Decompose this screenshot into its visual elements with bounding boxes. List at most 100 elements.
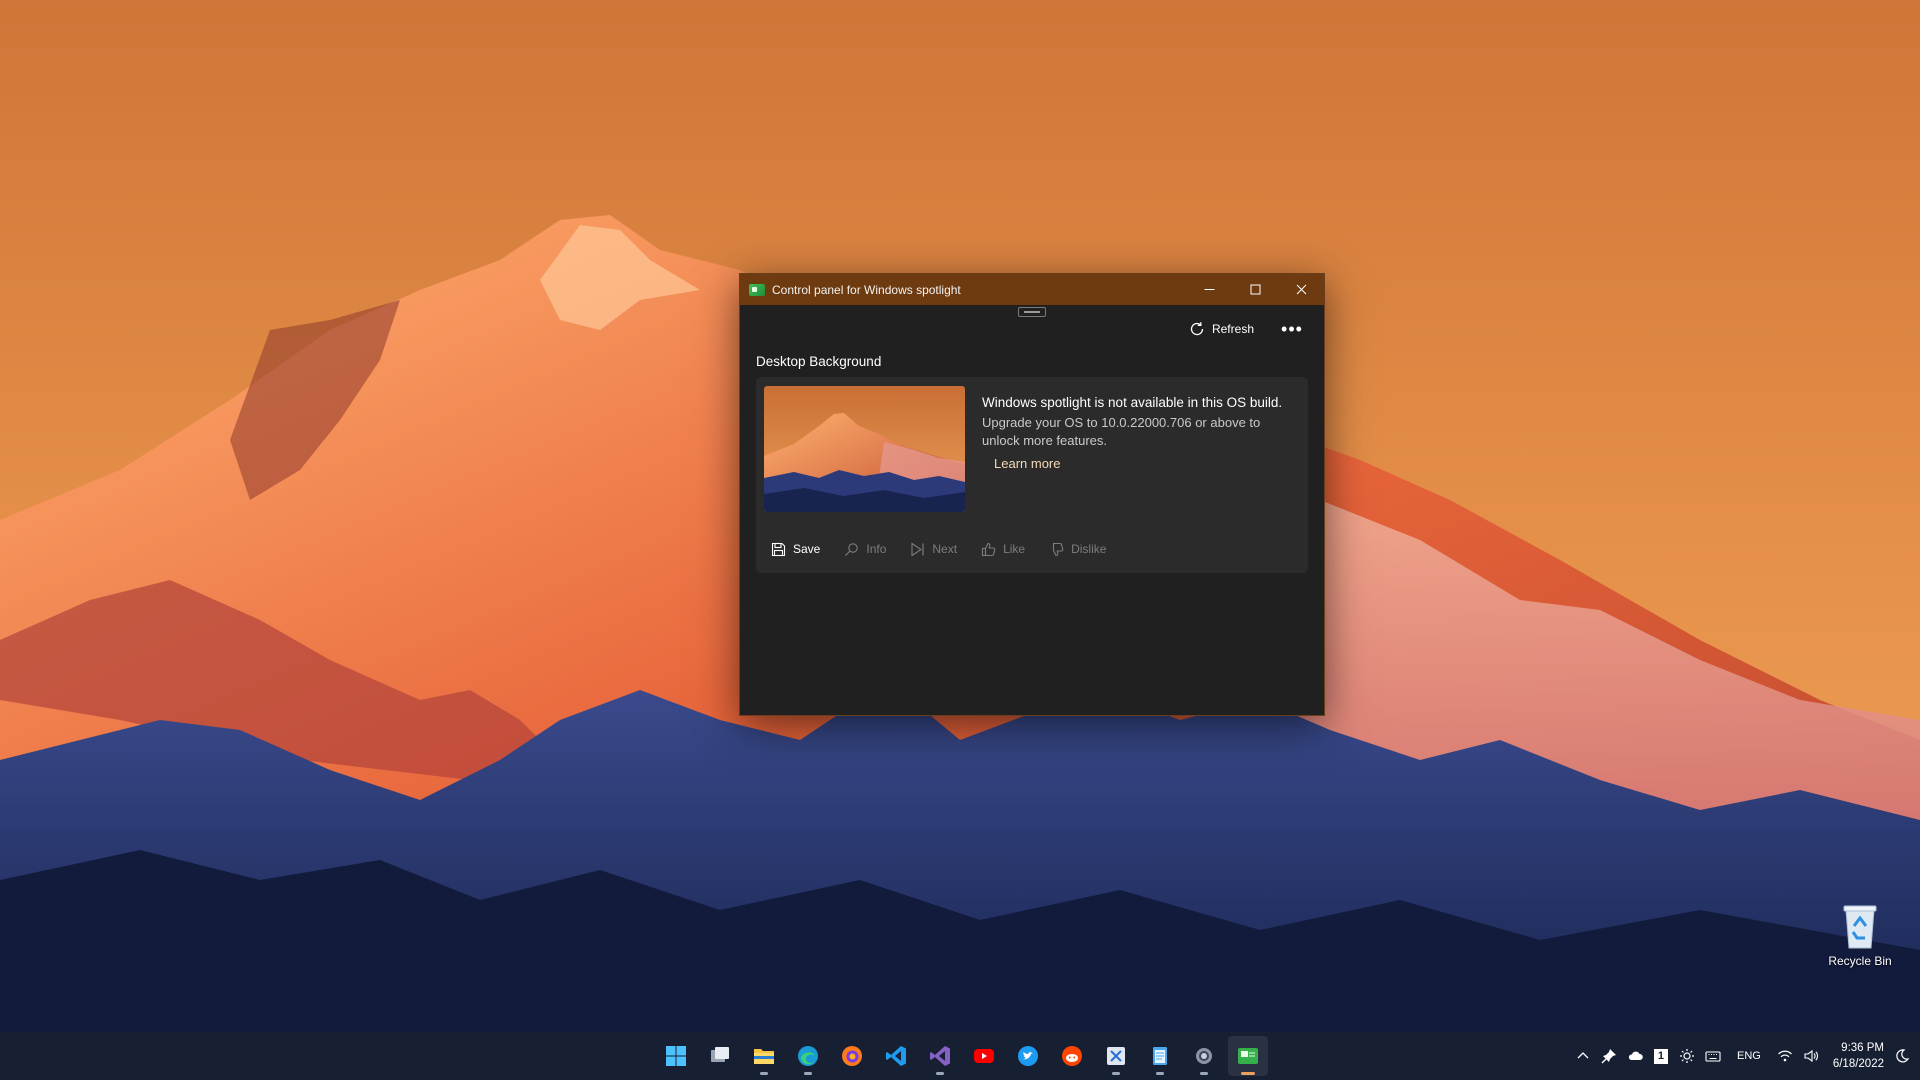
youtube-button[interactable] [964,1036,1004,1076]
maximize-icon [1250,284,1260,295]
refresh-button[interactable]: Refresh [1179,314,1264,344]
taskbar-apps [656,1032,1268,1080]
close-button[interactable] [1278,274,1324,305]
show-hidden-icons-button[interactable] [1575,1048,1591,1064]
vscode-button[interactable] [876,1036,916,1076]
vscode-icon [886,1046,906,1066]
thumbs-down-icon [1053,542,1064,556]
clock-date: 6/18/2022 [1832,1058,1884,1070]
firefox-icon [842,1046,862,1066]
desktop-icon-label: Recycle Bin [1828,954,1892,968]
command-bar: Refresh ••• [1179,314,1310,344]
spotlight-control-panel-window: Control panel for Windows spotlight Refr… [739,273,1325,716]
pane-drag-handle[interactable] [1018,307,1046,317]
save-label: Save [793,542,821,556]
focus-assist-tray-icon[interactable] [1894,1048,1910,1064]
info-button[interactable]: Info [837,534,893,564]
running-indicator [804,1072,812,1075]
task-view-icon [711,1047,729,1062]
search-icon [845,542,859,556]
wallpaper-actions: Save Info Next Like Dislike [764,534,1113,564]
volume-tray-icon[interactable] [1803,1048,1819,1064]
badge-number-icon: 1 [1653,1048,1668,1064]
input-language-indicator[interactable]: ENG [1737,1050,1761,1062]
running-indicator [1156,1072,1164,1075]
minimize-button[interactable] [1186,274,1232,305]
twitter-icon [1018,1046,1038,1066]
info-label: Info [866,542,887,556]
desktop-icon-recycle-bin[interactable]: Recycle Bin [1818,900,1902,980]
refresh-icon [1190,322,1204,336]
dislike-button[interactable]: Dislike [1042,534,1113,564]
reddit-button[interactable] [1052,1036,1092,1076]
learn-more-link[interactable]: Learn more [994,456,1060,471]
taskbar: 1 ENG 9:36 PM 6/18/2022 [0,1032,1920,1080]
task-view-button[interactable] [700,1036,740,1076]
folder-icon [754,1049,774,1064]
badge-tray-icon[interactable]: 1 [1653,1048,1669,1064]
active-indicator [1241,1072,1255,1075]
spotlight-app-icon [1238,1048,1258,1064]
start-button[interactable] [656,1036,696,1076]
minimize-icon [1204,289,1214,290]
window-title-bar[interactable]: Control panel for Windows spotlight [740,274,1324,305]
file-explorer-button[interactable] [744,1036,784,1076]
close-icon [1296,284,1306,295]
spotlight-control-panel-taskbar-button[interactable] [1228,1036,1268,1076]
notepad-button[interactable] [1140,1036,1180,1076]
touch-keyboard-tray-icon[interactable] [1705,1048,1721,1064]
keyboard-icon [1705,1051,1721,1062]
desktop-background-card: Windows spotlight is not available in th… [756,377,1308,573]
edge-icon [798,1046,818,1066]
snipping-icon [1107,1047,1125,1065]
onedrive-tray-icon[interactable] [1627,1048,1643,1064]
visual-studio-button[interactable] [920,1036,960,1076]
settings-gear-icon [1196,1048,1212,1064]
wallpaper-thumbnail [764,386,965,512]
windows-logo-icon [666,1046,686,1066]
cloud-icon [1628,1051,1643,1060]
message-title: Windows spotlight is not available in th… [982,395,1283,410]
pin-tray-icon[interactable] [1601,1048,1617,1064]
running-indicator [760,1072,768,1075]
more-options-icon: ••• [1281,318,1303,339]
like-label: Like [1003,542,1026,556]
twitter-button[interactable] [1008,1036,1048,1076]
brightness-tray-icon[interactable] [1679,1048,1695,1064]
youtube-icon [974,1049,994,1063]
reddit-icon [1062,1046,1082,1066]
visual-studio-icon [930,1046,950,1066]
settings-button[interactable] [1184,1036,1224,1076]
notepad-icon [1153,1047,1167,1065]
running-indicator [1112,1072,1120,1075]
running-indicator [936,1072,944,1075]
snipping-tool-button[interactable] [1096,1036,1136,1076]
running-indicator [1200,1072,1208,1075]
thumbs-up-icon [982,542,996,556]
edge-button[interactable] [788,1036,828,1076]
system-tray: 1 ENG 9:36 PM 6/18/2022 [1575,1032,1920,1080]
chevron-up-icon [1577,1052,1589,1059]
maximize-button[interactable] [1232,274,1278,305]
next-button[interactable]: Next [903,534,964,564]
sun-icon [1679,1049,1694,1063]
section-title: Desktop Background [756,354,882,369]
speaker-icon [1804,1049,1818,1063]
like-button[interactable]: Like [974,534,1032,564]
network-tray-icon[interactable] [1777,1048,1793,1064]
pin-icon [1601,1049,1616,1064]
window-title: Control panel for Windows spotlight [772,282,961,297]
wifi-icon [1777,1050,1792,1062]
moon-icon [1896,1049,1910,1063]
recycle-bin-icon [1838,900,1882,950]
firefox-button[interactable] [832,1036,872,1076]
next-icon [911,541,924,557]
clock-time: 9:36 PM [1841,1042,1884,1054]
save-icon [771,542,786,556]
spotlight-app-icon [749,283,765,296]
refresh-label: Refresh [1211,322,1254,336]
clock[interactable]: 9:36 PM 6/18/2022 [1833,1040,1884,1072]
dislike-label: Dislike [1071,542,1107,556]
more-options-button[interactable]: ••• [1274,314,1310,344]
save-button[interactable]: Save [764,534,827,564]
